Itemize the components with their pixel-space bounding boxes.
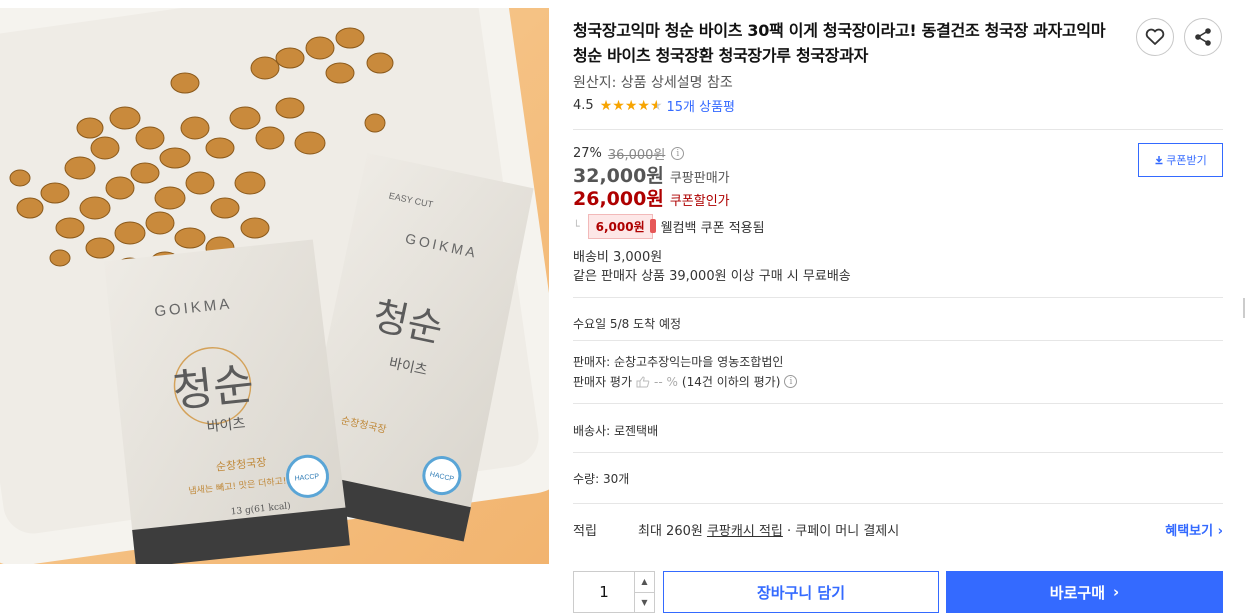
shipping-fee: 배송비 3,000원: [573, 250, 663, 265]
reward-label: 적립: [573, 524, 597, 539]
star-icon: ★: [624, 97, 638, 114]
divider: [573, 340, 1223, 341]
corner-mark: └: [573, 220, 580, 233]
buy-now-label: 바로구매: [1049, 583, 1105, 602]
reward-text: 최대 260원 쿠팡캐시 적립 · 쿠페이 머니 결제시: [638, 520, 899, 539]
divider: [573, 297, 1223, 298]
seller-rating-row: 판매자 평가 -- % (14건 이하의 평가) i: [573, 373, 798, 390]
thumbs-up-icon: [636, 375, 650, 387]
share-button[interactable]: [1184, 18, 1222, 56]
seller-rating-note: (14건 이하의 평가): [681, 375, 781, 389]
coupon-price: 26,000원: [573, 188, 664, 210]
welcome-coupon-badge: 6,000원: [587, 214, 656, 239]
heart-icon: [1145, 28, 1165, 45]
rating-row: 4.5 ★ ★ ★ ★ ★ 15개 상품평: [573, 96, 735, 115]
add-to-cart-button[interactable]: 장바구니 담기: [663, 571, 939, 613]
coupon-price-row: 26,000원 쿠폰할인가: [573, 184, 730, 211]
discount-rate: 27%: [573, 146, 602, 161]
coupon-button-label: 쿠폰받기: [1166, 154, 1207, 167]
share-icon: [1195, 28, 1211, 46]
divider: [573, 503, 1223, 504]
info-icon[interactable]: i: [671, 147, 685, 160]
star-icon: ★: [599, 97, 613, 114]
coupon-download-button[interactable]: 쿠폰받기: [1138, 143, 1223, 177]
star-rating: ★ ★ ★ ★ ★: [600, 99, 663, 113]
quantity-stepper: ▲ ▼: [573, 571, 655, 613]
divider: [573, 452, 1223, 453]
download-icon: [1155, 156, 1163, 165]
svg-text:청순: 청순: [170, 359, 256, 418]
product-title: 청국장고익마 청순 바이츠 30팩 이게 청국장이라고! 동결건조 청국장 과자…: [573, 21, 1106, 65]
chevron-right-icon: ›: [1113, 583, 1120, 601]
product-image: EASY CUT GOIKMA 청순 바이츠 순창청국장 HACCP GOIKM…: [0, 8, 549, 564]
quantity-steps: ▲ ▼: [635, 572, 654, 612]
quantity-increase-button[interactable]: ▲: [635, 572, 654, 593]
wishlist-button[interactable]: [1136, 18, 1174, 56]
welcome-coupon-text: 웰컴백 쿠폰 적용됨: [660, 221, 765, 236]
star-icon: ★: [637, 97, 650, 114]
carrier-info: 배송사: 로젠택배: [573, 424, 659, 438]
arrival-date: 수요일 5/8 도착 예정: [573, 317, 682, 331]
welcome-coupon-row: └ 6,000원 웰컴백 쿠폰 적용됨: [573, 214, 765, 239]
quantity-info: 수량: 30개: [573, 472, 630, 486]
quantity-input[interactable]: [574, 572, 635, 612]
benefit-link[interactable]: 혜택보기 ›: [1165, 520, 1223, 539]
quantity-decrease-button[interactable]: ▼: [635, 593, 654, 613]
buy-now-button[interactable]: 바로구매 ›: [946, 571, 1223, 613]
reward-suffix: · 쿠페이 머니 결제시: [782, 524, 900, 539]
free-shipping-condition: 같은 판매자 상품 39,000원 이상 구매 시 무료배송: [573, 269, 851, 284]
origin-info: 원산지: 상품 상세설명 참조: [573, 75, 733, 91]
rating-score: 4.5: [573, 98, 594, 113]
coupon-price-label: 쿠폰할인가: [669, 194, 730, 209]
half-star-icon: ★: [649, 97, 663, 114]
info-icon[interactable]: i: [784, 375, 798, 388]
coupang-cash-link[interactable]: 쿠팡캐시 적립: [707, 524, 783, 539]
product-info-panel: 청국장고익마 청순 바이츠 30팩 이게 청국장이라고! 동결건조 청국장 과자…: [573, 0, 1223, 615]
review-count-link[interactable]: 15개 상품평: [667, 96, 736, 115]
divider: [573, 403, 1223, 404]
seller-rating-value: -- %: [654, 374, 678, 389]
seller-rating-label: 판매자 평가: [573, 375, 633, 389]
product-photo: EASY CUT GOIKMA 청순 바이츠 순창청국장 HACCP GOIKM…: [0, 8, 549, 564]
star-icon: ★: [612, 97, 625, 114]
divider: [573, 129, 1223, 130]
reward-prefix: 최대 260원: [638, 524, 707, 539]
seller-name: 판매자: 순창고추장익는마을 영농조합법인: [573, 355, 784, 369]
